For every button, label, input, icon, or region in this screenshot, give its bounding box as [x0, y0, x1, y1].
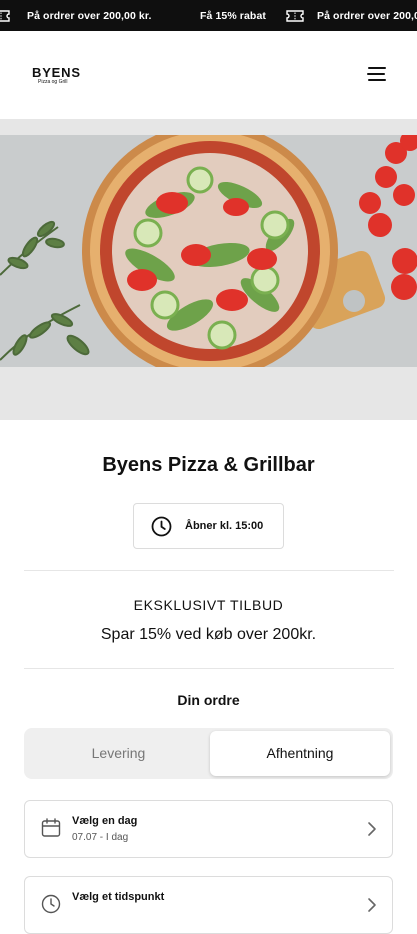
- site-header: BYENS Pizza og Grill: [0, 31, 417, 119]
- restaurant-name: Byens Pizza & Grillbar: [102, 454, 315, 476]
- offer-text: Spar 15% ved køb over 200kr.: [100, 626, 317, 643]
- clock-icon: [41, 894, 61, 914]
- chevron-right-icon: [368, 898, 376, 912]
- delivery-option-levering[interactable]: Levering: [27, 731, 210, 776]
- chevron-right-icon: [368, 822, 376, 836]
- divider: [24, 668, 394, 669]
- pizza-hero-image: [0, 135, 417, 367]
- clock-icon: [151, 516, 172, 537]
- choose-day-value: 07.07 - I dag: [72, 832, 129, 843]
- ticker-text-2: Få 15% rabat: [200, 10, 266, 22]
- opening-hours-badge: Åbner kl. 15:00: [133, 503, 284, 549]
- ticket-icon: [286, 10, 304, 22]
- choose-time-selector[interactable]: Vælg et tidspunkt: [24, 876, 393, 934]
- ticker-text-1: På ordrer over 200,00 kr.: [27, 10, 152, 22]
- logo-wordmark: BYENS: [32, 65, 81, 80]
- delivery-option-afhentning[interactable]: Afhentning: [210, 731, 390, 776]
- delivery-method-toggle: Levering Afhentning: [24, 728, 393, 779]
- hamburger-menu-icon[interactable]: [367, 67, 387, 81]
- opening-hours-text: Åbner kl. 15:00: [185, 520, 264, 532]
- order-section-label: Din ordre: [177, 692, 240, 708]
- promo-ticker: På ordrer over 200,00 kr. Få 15% rabat P…: [0, 0, 417, 31]
- choose-day-title: Vælg en dag: [72, 815, 138, 827]
- choose-time-title: Vælg et tidspunkt: [72, 891, 165, 903]
- ticket-icon: [0, 10, 10, 22]
- ticker-text-3: På ordrer over 200,00 kr.: [317, 10, 417, 22]
- offer-title: EKSKLUSIVT TILBUD: [133, 597, 284, 613]
- divider: [24, 570, 394, 571]
- brand-logo[interactable]: BYENS Pizza og Grill: [32, 66, 88, 85]
- hero-banner: [0, 119, 417, 420]
- calendar-icon: [41, 818, 61, 837]
- choose-day-selector[interactable]: Vælg en dag 07.07 - I dag: [24, 800, 393, 858]
